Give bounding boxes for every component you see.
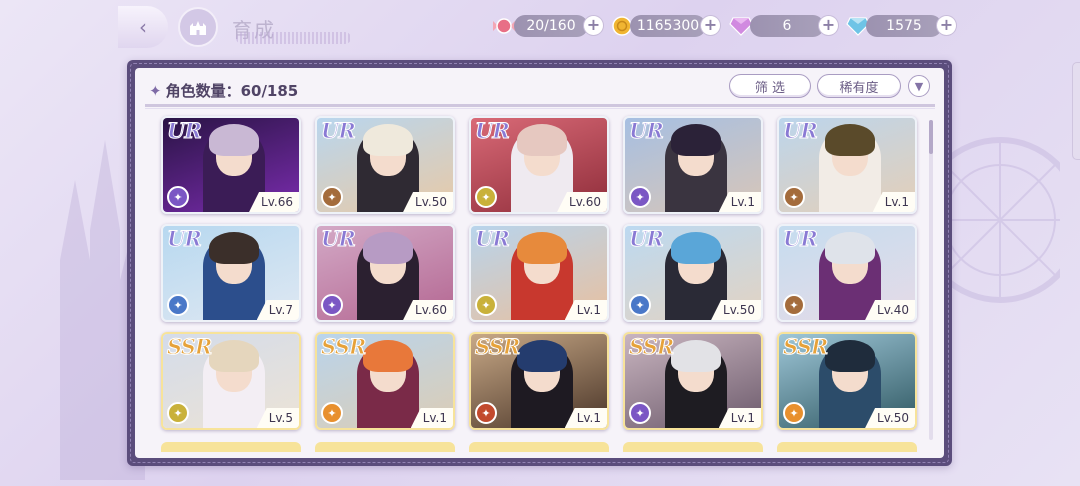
rarity-badge: UR bbox=[783, 118, 819, 144]
rarity-badge: UR bbox=[783, 226, 819, 252]
scrollbar-thumb[interactable] bbox=[929, 120, 933, 154]
character-hair bbox=[671, 340, 721, 372]
element-icon: ✦ bbox=[475, 294, 497, 316]
rarity-badge: UR bbox=[475, 226, 511, 252]
character-card[interactable]: UR ✦ Lv.7 bbox=[161, 224, 301, 322]
scrollbar-track[interactable] bbox=[929, 120, 933, 440]
rarity-badge: UR bbox=[167, 118, 203, 144]
stamina-add-button[interactable]: + bbox=[584, 16, 603, 35]
sparkle-icon: ✦ bbox=[149, 82, 162, 100]
element-icon: ✦ bbox=[783, 294, 805, 316]
element-icon: ✦ bbox=[167, 294, 189, 316]
home-button[interactable] bbox=[178, 7, 218, 47]
character-card-partial[interactable] bbox=[623, 442, 763, 452]
character-card[interactable]: UR ✦ Lv.66 bbox=[161, 116, 301, 214]
character-hair bbox=[671, 124, 721, 156]
character-card-partial[interactable] bbox=[469, 442, 609, 452]
character-card[interactable]: UR ✦ Lv.60 bbox=[315, 224, 455, 322]
blue-gem-counter: 1575 bbox=[866, 15, 942, 37]
character-card[interactable]: UR ✦ Lv.1 bbox=[469, 224, 609, 322]
character-card[interactable]: UR ✦ Lv.50 bbox=[623, 224, 763, 322]
character-hair bbox=[209, 340, 259, 372]
element-icon: ✦ bbox=[321, 294, 343, 316]
character-card[interactable]: UR ✦ Lv.1 bbox=[623, 116, 763, 214]
character-card[interactable]: UR ✦ Lv.1 bbox=[777, 116, 917, 214]
back-button[interactable]: ‹ bbox=[118, 6, 168, 48]
character-hair bbox=[517, 340, 567, 372]
element-icon: ✦ bbox=[783, 402, 805, 424]
rarity-badge: UR bbox=[475, 118, 511, 144]
pink-gem-counter: 6 bbox=[750, 15, 824, 37]
rarity-badge: UR bbox=[167, 226, 203, 252]
pink-gem-add-button[interactable]: + bbox=[819, 16, 838, 35]
element-icon: ✦ bbox=[167, 186, 189, 208]
character-count-text: 角色数量：60/185 bbox=[165, 82, 299, 100]
character-card-partial[interactable] bbox=[777, 442, 917, 452]
character-hair bbox=[209, 232, 259, 264]
character-hair bbox=[363, 232, 413, 264]
element-icon: ✦ bbox=[629, 294, 651, 316]
chevron-down-icon: ▼ bbox=[914, 79, 924, 93]
character-hair bbox=[517, 124, 567, 156]
character-hair bbox=[363, 340, 413, 372]
character-hair bbox=[825, 124, 875, 156]
character-card[interactable]: SSR ✦ Lv.1 bbox=[623, 332, 763, 430]
character-hair bbox=[517, 232, 567, 264]
rarity-badge: UR bbox=[321, 226, 357, 252]
rarity-badge: SSR bbox=[166, 334, 212, 360]
element-icon: ✦ bbox=[475, 186, 497, 208]
character-card[interactable]: SSR ✦ Lv.1 bbox=[469, 332, 609, 430]
top-bar: ‹ 育成 20/160 + 1165300 + 6 + 1575 + bbox=[0, 0, 1080, 56]
sort-order-toggle[interactable]: ▼ bbox=[908, 75, 930, 97]
stamina-counter: 20/160 bbox=[514, 15, 588, 37]
character-card[interactable]: UR ✦ Lv.40 bbox=[777, 224, 917, 322]
character-hair bbox=[825, 340, 875, 372]
rarity-badge: SSR bbox=[628, 334, 674, 360]
character-panel-inner: ✦ 角色数量：60/185 筛 选 稀有度 ▼ UR ✦ Lv.66 UR ✦ Lv.50 U… bbox=[135, 68, 944, 458]
blue-gem-add-button[interactable]: + bbox=[937, 16, 956, 35]
element-icon: ✦ bbox=[167, 402, 189, 424]
rarity-badge: UR bbox=[629, 226, 665, 252]
rarity-badge: SSR bbox=[782, 334, 828, 360]
element-icon: ✦ bbox=[321, 186, 343, 208]
element-icon: ✦ bbox=[321, 402, 343, 424]
rarity-badge: SSR bbox=[320, 334, 366, 360]
character-card[interactable]: SSR ✦ Lv.1 bbox=[315, 332, 455, 430]
character-hair bbox=[363, 124, 413, 156]
rarity-badge: SSR bbox=[474, 334, 520, 360]
character-card[interactable]: UR ✦ Lv.60 bbox=[469, 116, 609, 214]
character-card[interactable]: UR ✦ Lv.50 bbox=[315, 116, 455, 214]
header-divider bbox=[145, 104, 935, 109]
element-icon: ✦ bbox=[475, 402, 497, 424]
rarity-badge: UR bbox=[321, 118, 357, 144]
element-icon: ✦ bbox=[783, 186, 805, 208]
character-card[interactable]: SSR ✦ Lv.50 bbox=[777, 332, 917, 430]
rarity-badge: UR bbox=[629, 118, 665, 144]
filter-button[interactable]: 筛 选 bbox=[729, 74, 811, 98]
character-card-partial[interactable] bbox=[315, 442, 455, 452]
character-grid: UR ✦ Lv.66 UR ✦ Lv.50 UR ✦ Lv.60 UR ✦ Lv.1 UR ✦ Lv.1 UR… bbox=[161, 116, 921, 458]
side-drawer-handle[interactable] bbox=[1072, 62, 1080, 160]
back-arrow-icon: ‹ bbox=[139, 15, 147, 39]
character-card-partial[interactable] bbox=[161, 442, 301, 452]
title-ornament bbox=[236, 32, 351, 44]
element-icon: ✦ bbox=[629, 402, 651, 424]
character-panel: ✦ 角色数量：60/185 筛 选 稀有度 ▼ UR ✦ Lv.66 UR ✦ Lv.50 U… bbox=[127, 60, 952, 466]
character-hair bbox=[825, 232, 875, 264]
castle-icon bbox=[190, 21, 206, 35]
sort-rarity-button[interactable]: 稀有度 bbox=[817, 74, 901, 98]
gold-counter: 1165300 bbox=[630, 15, 706, 37]
gold-add-button[interactable]: + bbox=[701, 16, 720, 35]
character-count: ✦ 角色数量：60/185 bbox=[149, 80, 298, 101]
character-hair bbox=[671, 232, 721, 264]
character-hair bbox=[209, 124, 259, 156]
character-card[interactable]: SSR ✦ Lv.5 bbox=[161, 332, 301, 430]
element-icon: ✦ bbox=[629, 186, 651, 208]
